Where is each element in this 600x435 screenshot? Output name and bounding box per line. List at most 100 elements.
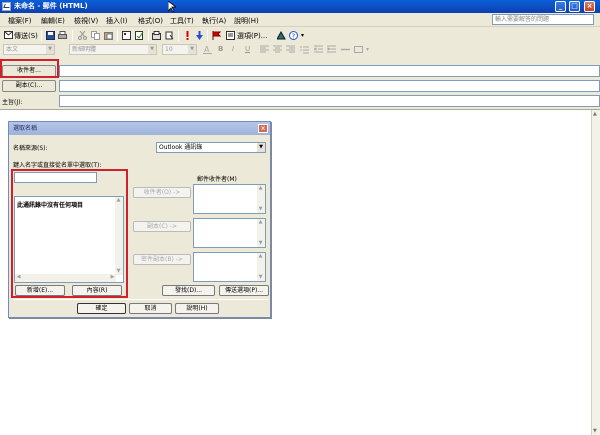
underline-button[interactable]: U (245, 45, 250, 53)
attach-icon[interactable] (152, 31, 161, 40)
scroll-down-icon[interactable]: ▼ (115, 268, 122, 275)
signature-icon[interactable] (277, 31, 286, 40)
options-icon (226, 31, 235, 40)
menu-format[interactable]: 格式(O) (138, 16, 163, 26)
scroll-up-icon[interactable]: ▲ (115, 197, 122, 204)
minimize-button[interactable]: _ (555, 1, 566, 12)
bullets-icon[interactable] (300, 45, 309, 54)
ok-button[interactable]: 確定 (77, 303, 126, 314)
scroll-down-icon[interactable]: ▼ (257, 274, 264, 281)
options-button[interactable]: 選項(P)... (226, 29, 274, 41)
style-combo[interactable]: 本文 ▼ (3, 44, 55, 55)
cut-icon[interactable] (78, 31, 87, 40)
menu-tools[interactable]: 工具(T) (170, 16, 194, 26)
menu-edit[interactable]: 編輯(E) (41, 16, 65, 26)
to-button[interactable]: 收件者... (2, 65, 56, 77)
dialog-divider (13, 299, 268, 300)
select-names-dialog: 選取名稱 × 名稱來源(S): Outlook 通訊錄 ▼ 鍵入名字或直接從名單… (8, 121, 271, 318)
font-color-icon[interactable]: A (203, 45, 212, 54)
address-list-vscroll[interactable]: ▲ ▼ (115, 197, 123, 275)
insert-picture-icon[interactable] (354, 45, 363, 54)
scroll-up-icon[interactable]: ▲ (257, 185, 264, 192)
svg-text:A: A (204, 45, 210, 54)
add-bcc-button[interactable]: 密件副本(B) -> (133, 254, 191, 265)
insert-item-icon[interactable] (165, 31, 174, 40)
print-icon[interactable] (58, 31, 67, 40)
scroll-right-icon[interactable]: ▶ (109, 274, 116, 281)
menu-actions[interactable]: 執行(A) (202, 16, 226, 26)
high-importance-icon[interactable] (183, 31, 192, 40)
check-names-icon[interactable] (135, 31, 144, 40)
bold-button[interactable]: B (218, 45, 223, 53)
paste-icon[interactable] (104, 31, 113, 40)
bcc-recipients-box[interactable]: ▲ ▼ (193, 252, 266, 282)
font-name-combo[interactable]: 新細明體 ▼ (69, 44, 157, 55)
increase-indent-icon[interactable] (327, 45, 336, 54)
toolbar-overflow-icon[interactable]: ▾ (366, 46, 369, 53)
flag-icon[interactable] (212, 31, 221, 40)
low-importance-icon[interactable] (195, 31, 204, 40)
menu-insert[interactable]: 插入(I) (106, 16, 128, 26)
cancel-button[interactable]: 取消 (129, 303, 172, 314)
align-left-icon[interactable] (260, 45, 269, 54)
bcc-box-scroll[interactable]: ▲ ▼ (257, 253, 265, 281)
font-size-combo[interactable]: 10 ▼ (162, 44, 197, 55)
toolbar-separator (117, 30, 118, 41)
address-book-icon[interactable] (122, 31, 131, 40)
empty-list-message: 此通訊錄中沒有任何項目 (17, 202, 84, 209)
toolbar-separator (72, 30, 73, 41)
help-button[interactable]: 說明(H) (175, 303, 219, 314)
name-search-input[interactable] (14, 172, 97, 183)
source-dropdown-value: Outlook 通訊錄 (159, 144, 203, 151)
to-recipients-box[interactable]: ▲ ▼ (193, 184, 266, 214)
send-options-button[interactable]: 傳送選項(P)... (219, 285, 269, 296)
properties-button[interactable]: 內容(R) (72, 285, 122, 296)
add-cc-button[interactable]: 副本(C) -> (133, 221, 191, 232)
toolbar-separator (41, 30, 42, 41)
menu-view[interactable]: 檢視(V) (74, 16, 98, 26)
italic-button[interactable]: I (232, 45, 234, 53)
cc-box-scroll[interactable]: ▲ ▼ (257, 219, 265, 247)
find-button[interactable]: 發找(D)... (162, 285, 215, 296)
to-field[interactable] (59, 65, 600, 77)
chevron-down-icon: ▼ (148, 45, 156, 54)
style-combo-value: 本文 (6, 46, 19, 53)
dialog-close-icon[interactable]: × (258, 124, 268, 133)
decrease-indent-icon[interactable] (314, 45, 323, 54)
align-center-icon[interactable] (273, 45, 282, 54)
menu-help[interactable]: 說明(H) (234, 16, 259, 26)
help-search-input[interactable]: 輸入需要解答的問題 (492, 14, 594, 25)
help-question-icon[interactable]: ? (289, 31, 298, 40)
scroll-down-icon[interactable]: ▼ (593, 428, 597, 434)
send-envelope-icon (4, 31, 13, 39)
scroll-up-icon[interactable]: ▲ (593, 111, 597, 117)
scroll-down-icon[interactable]: ▼ (257, 206, 264, 213)
to-box-scroll[interactable]: ▲ ▼ (257, 185, 265, 213)
scroll-up-icon[interactable]: ▲ (257, 219, 264, 226)
cc-field[interactable] (59, 80, 600, 92)
scroll-up-icon[interactable]: ▲ (257, 253, 264, 260)
send-label: 傳送(S) (14, 32, 38, 40)
add-to-button[interactable]: 收件者(O) -> (133, 187, 191, 198)
toolbar-separator (148, 30, 149, 41)
copy-icon[interactable] (91, 31, 100, 40)
scroll-left-icon[interactable]: ◀ (15, 274, 22, 281)
menu-file[interactable]: 檔案(F) (8, 16, 32, 26)
maximize-button[interactable]: □ (569, 1, 580, 12)
close-button[interactable]: × (584, 1, 595, 12)
cc-recipients-box[interactable]: ▲ ▼ (193, 218, 266, 248)
toolbar-overflow-icon[interactable]: ▾ (301, 32, 304, 39)
new-entry-button[interactable]: 新增(E)... (15, 285, 65, 296)
send-button[interactable]: 傳送(S) (3, 29, 39, 41)
cc-button[interactable]: 副本(C)... (2, 80, 56, 92)
address-list-hscroll[interactable]: ◀ ▶ (15, 274, 116, 282)
body-scrollbar[interactable]: ▲ ▼ (591, 110, 600, 435)
subject-field[interactable] (59, 95, 600, 107)
source-dropdown[interactable]: Outlook 通訊錄 ▼ (156, 142, 266, 153)
align-right-icon[interactable] (286, 45, 295, 54)
window-title: 未命名 - 郵件 (HTML) (14, 2, 88, 10)
scroll-down-icon[interactable]: ▼ (257, 240, 264, 247)
save-icon[interactable] (46, 31, 55, 40)
address-list[interactable]: 此通訊錄中沒有任何項目 ▲ ▼ ◀ ▶ (14, 196, 124, 283)
horizontal-line-icon[interactable] (341, 45, 350, 54)
